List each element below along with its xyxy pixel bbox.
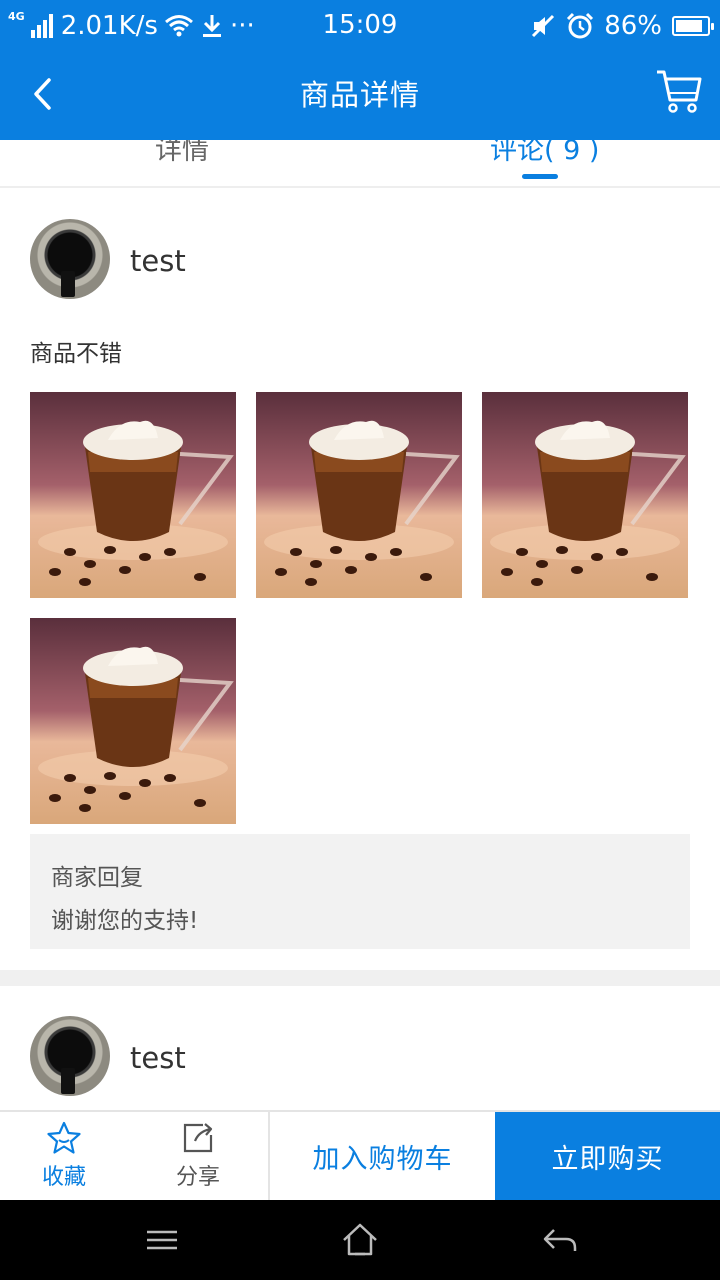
star-icon <box>47 1121 81 1154</box>
system-nav-bar <box>0 1200 720 1280</box>
menu-icon[interactable] <box>140 1220 184 1260</box>
section-divider <box>0 970 720 986</box>
avatar[interactable] <box>30 219 110 299</box>
merchant-reply-title: 商家回复 <box>51 865 143 891</box>
home-icon[interactable] <box>338 1220 382 1260</box>
review-card: test <box>0 986 720 1116</box>
coffee-image <box>30 618 236 824</box>
tab-detail[interactable]: 详情 <box>155 140 209 167</box>
favorite-button[interactable]: 收藏 <box>14 1112 114 1200</box>
coffee-image <box>482 392 688 598</box>
coffee-image <box>30 392 236 598</box>
alarm-icon <box>567 12 594 39</box>
favorite-label: 收藏 <box>41 1165 86 1190</box>
review-photo[interactable] <box>30 618 236 824</box>
mute-icon <box>532 14 555 38</box>
app-screen: 4G 2.01K/s ··· 15:09 86% 商品详情 详情 评论(9)… <box>0 0 720 1280</box>
battery-percent: 86% <box>604 11 662 41</box>
page-title: 商品详情 <box>299 78 420 112</box>
merchant-reply-text: 谢谢您的支持! <box>51 908 199 934</box>
merchant-reply: 商家回复 谢谢您的支持! <box>30 834 690 949</box>
tab-reviews[interactable]: 评论( 9 ) <box>490 140 599 167</box>
share-button[interactable]: 分享 <box>148 1112 248 1200</box>
tab-bar: 详情 评论( 9 ) <box>0 140 720 188</box>
cart-button[interactable] <box>654 66 704 116</box>
buy-now-button[interactable]: 立即购买 <box>495 1112 720 1200</box>
review-text: 商品不错 <box>30 341 122 367</box>
share-label: 分享 <box>175 1165 220 1190</box>
add-to-cart-button[interactable]: 加入购物车 <box>270 1112 495 1200</box>
back-icon[interactable] <box>538 1220 582 1260</box>
review-photo[interactable] <box>482 392 688 598</box>
battery-icon <box>672 16 714 36</box>
nav-bar: 商品详情 <box>0 52 720 140</box>
review-username: test <box>130 1041 186 1075</box>
coffee-image <box>256 392 462 598</box>
active-tab-indicator <box>522 174 558 179</box>
review-photo[interactable] <box>256 392 462 598</box>
bottom-action-bar: 收藏 分享 加入购物车 立即购买 <box>0 1110 720 1200</box>
status-bar: 4G 2.01K/s ··· 15:09 86% <box>0 0 720 52</box>
avatar[interactable] <box>30 1016 110 1096</box>
review-card: test 商品不错 商家回复 谢谢您的支持! <box>0 190 720 970</box>
share-icon <box>183 1123 213 1153</box>
review-username: test <box>130 244 186 278</box>
review-photo[interactable] <box>30 392 236 598</box>
cart-icon <box>657 70 702 113</box>
